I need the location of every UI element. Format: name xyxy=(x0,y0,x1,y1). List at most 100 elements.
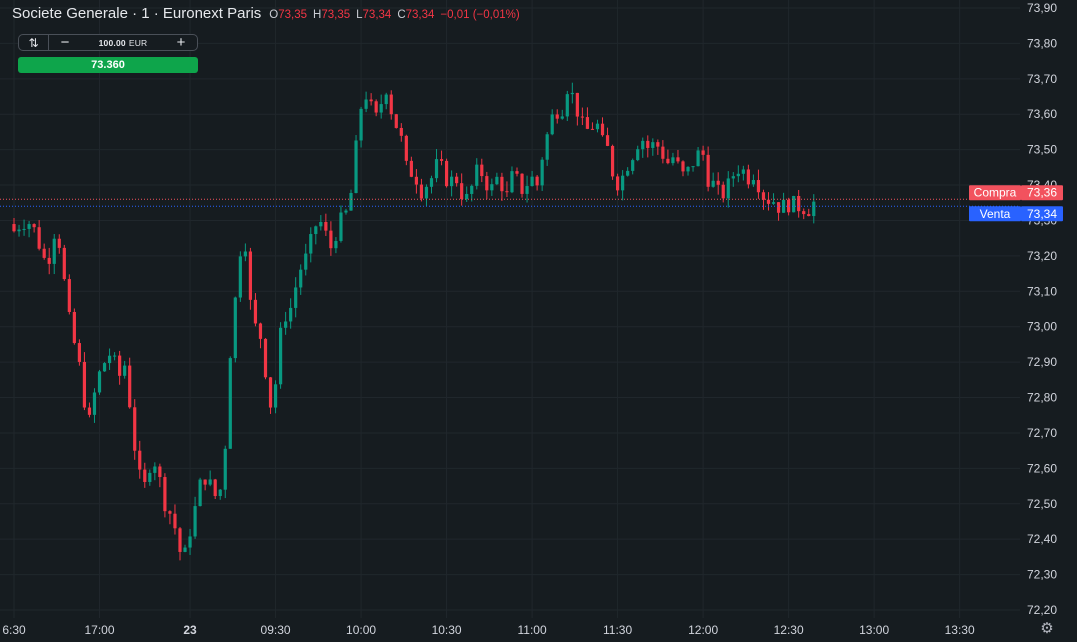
x-tick-label: 10:00 xyxy=(346,623,376,637)
candle-body xyxy=(143,469,147,482)
candle-body xyxy=(243,251,247,257)
candle-body xyxy=(238,256,242,298)
candle-body xyxy=(616,176,620,191)
candle-body xyxy=(716,180,720,185)
candle-body xyxy=(535,176,539,186)
candle-body xyxy=(278,327,283,385)
candle-body xyxy=(248,251,253,300)
increase-quantity-button[interactable]: + xyxy=(165,35,197,50)
y-tick-label: 72,60 xyxy=(1027,461,1057,475)
candle-body xyxy=(696,150,700,167)
candle-body xyxy=(22,228,26,230)
candle-body xyxy=(661,146,665,159)
candle-body xyxy=(379,104,383,113)
candle-body xyxy=(792,195,796,213)
candle-body xyxy=(299,269,303,288)
candle-body xyxy=(621,175,625,191)
candle-body xyxy=(339,212,343,241)
buy-price-button[interactable]: 73.360 xyxy=(18,57,198,73)
candle-body xyxy=(515,171,519,174)
candle-body xyxy=(113,355,117,357)
candle-body xyxy=(500,176,504,192)
candle-body xyxy=(309,234,313,254)
ohlc-change: −0,01 (−0,01%) xyxy=(440,9,520,21)
quantity-input[interactable]: 100.00 EUR xyxy=(81,38,165,48)
ohlc-close-value: 73,34 xyxy=(405,9,435,21)
candle-body xyxy=(636,149,640,161)
candle-body xyxy=(374,101,378,113)
candle-body xyxy=(439,159,444,161)
y-tick-label: 73,00 xyxy=(1027,320,1057,334)
candle-body xyxy=(148,472,152,482)
candle-body xyxy=(349,192,353,211)
candle-body xyxy=(223,448,227,490)
candle-body xyxy=(193,506,197,537)
y-tick-label: 73,60 xyxy=(1027,107,1057,121)
candle-body xyxy=(761,192,766,200)
candle-body xyxy=(123,365,127,376)
candle-body xyxy=(133,407,137,451)
candle-body xyxy=(565,94,569,117)
gear-icon[interactable]: ⚙ xyxy=(1038,620,1056,638)
candle-body xyxy=(726,178,730,199)
candle-body xyxy=(37,227,41,249)
buy-price-text: 73,36 xyxy=(1027,186,1057,200)
y-tick-label: 72,20 xyxy=(1027,603,1057,617)
candle-body xyxy=(706,154,710,187)
candle-body xyxy=(208,479,212,485)
candle-body xyxy=(414,176,418,185)
candle-body xyxy=(258,323,263,339)
candle-body xyxy=(173,513,177,529)
candle-body xyxy=(656,142,660,147)
candle-body xyxy=(555,114,559,119)
y-tick-label: 73,50 xyxy=(1027,143,1057,157)
candle-body xyxy=(67,279,71,312)
swap-direction-icon[interactable]: ⇅ xyxy=(19,35,49,50)
candle-body xyxy=(470,185,474,194)
candle-body xyxy=(268,377,273,408)
candle-body xyxy=(369,99,373,102)
x-tick-label: 17:00 xyxy=(84,623,114,637)
candle-body xyxy=(570,92,574,95)
candle-body xyxy=(646,140,650,148)
candle-body xyxy=(776,202,781,213)
candlestick-chart[interactable]: 73,9073,8073,7073,6073,5073,4073,3073,20… xyxy=(0,0,1077,642)
symbol-title: Societe Generale · 1 · Euronext Paris xyxy=(12,5,262,22)
candle-body xyxy=(344,210,348,213)
candle-body xyxy=(460,183,464,200)
candle-body xyxy=(766,199,771,204)
candle-body xyxy=(253,299,258,324)
ohlc-low-value: 73,34 xyxy=(362,9,392,21)
sell-price-text: 73,34 xyxy=(1027,207,1057,221)
candle-body xyxy=(424,186,429,199)
x-tick-label: 10:30 xyxy=(432,623,462,637)
candle-body xyxy=(218,489,222,497)
y-tick-label: 73,20 xyxy=(1027,249,1057,263)
candle-body xyxy=(475,164,479,186)
candle-body xyxy=(585,117,590,129)
symbol-header: Societe Generale · 1 · Euronext Paris O7… xyxy=(12,5,520,22)
candle-body xyxy=(364,99,368,109)
candle-body xyxy=(329,230,333,249)
candle-body xyxy=(465,193,469,200)
candle-body xyxy=(525,186,529,194)
quantity-unit: EUR xyxy=(128,37,148,48)
candle-body xyxy=(686,166,690,172)
candle-body xyxy=(384,94,388,105)
candle-body xyxy=(228,358,232,449)
candle-body xyxy=(198,479,202,507)
candle-body xyxy=(304,253,308,270)
candle-body xyxy=(47,257,51,264)
y-tick-label: 72,70 xyxy=(1027,426,1057,440)
candle-body xyxy=(203,479,207,485)
candle-body xyxy=(62,247,66,280)
decrease-quantity-button[interactable]: − xyxy=(49,35,81,50)
candle-body xyxy=(711,180,715,187)
candle-body xyxy=(641,140,645,150)
candle-body xyxy=(273,384,278,408)
candle-body xyxy=(666,158,670,164)
candle-body xyxy=(807,214,811,217)
candle-body xyxy=(87,407,92,415)
x-tick-label: 12:00 xyxy=(688,623,718,637)
candle-body xyxy=(178,528,182,552)
